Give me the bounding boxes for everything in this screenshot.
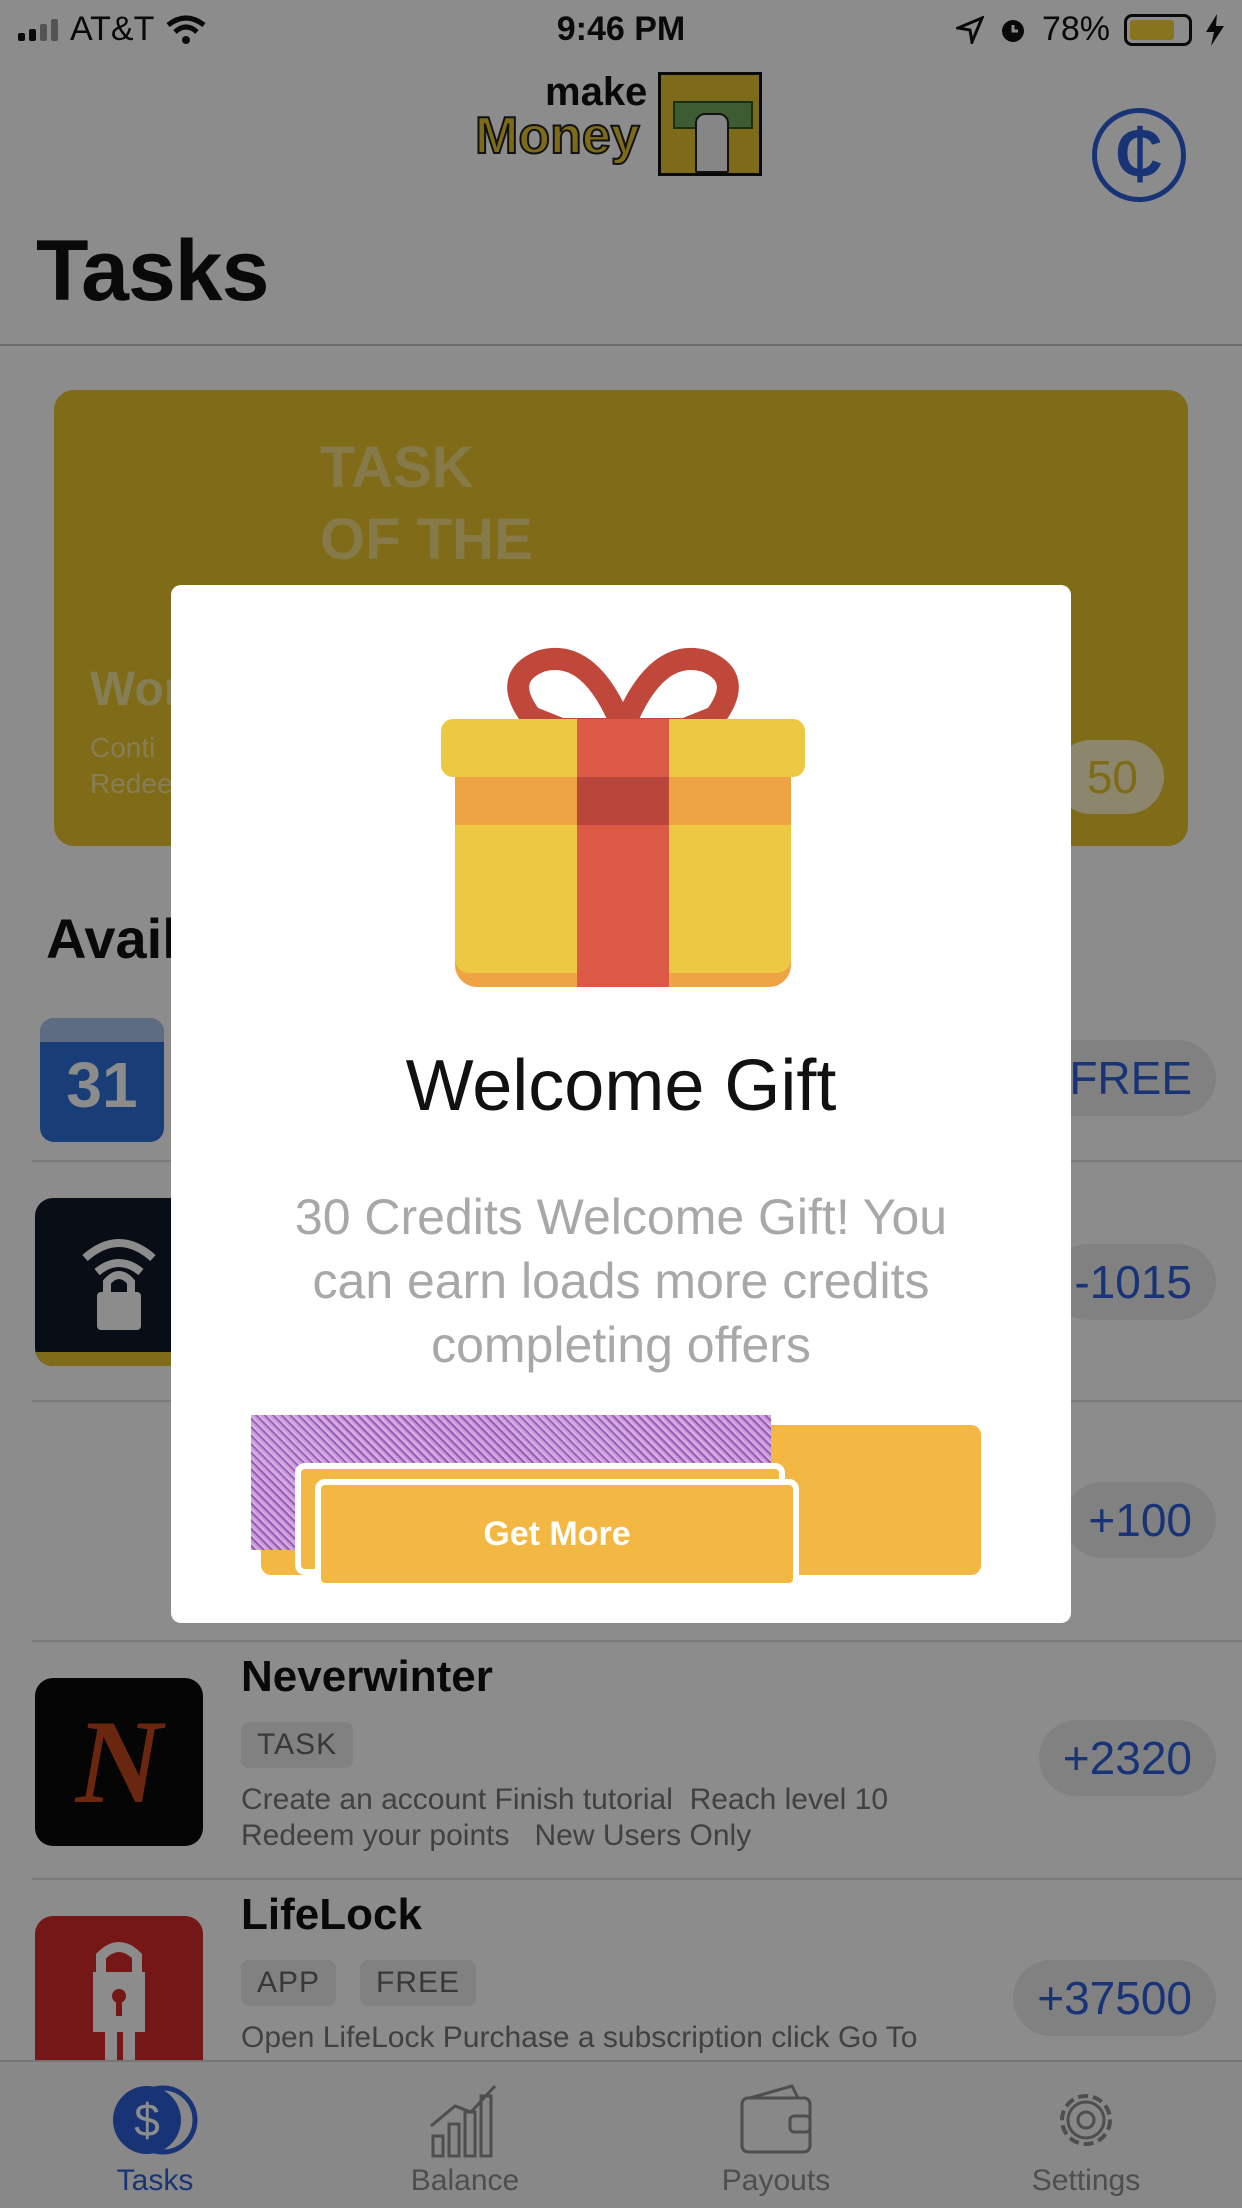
- modal-body: 30 Credits Welcome Gift! You can earn lo…: [294, 1189, 948, 1373]
- cta-area: Get More: [251, 1415, 991, 1590]
- get-more-button[interactable]: Get More: [315, 1479, 799, 1589]
- welcome-gift-modal: Welcome Gift 30 Credits Welcome Gift! Yo…: [171, 585, 1071, 1623]
- gift-box-icon: [441, 648, 805, 987]
- modal-title: Welcome Gift: [405, 1046, 837, 1126]
